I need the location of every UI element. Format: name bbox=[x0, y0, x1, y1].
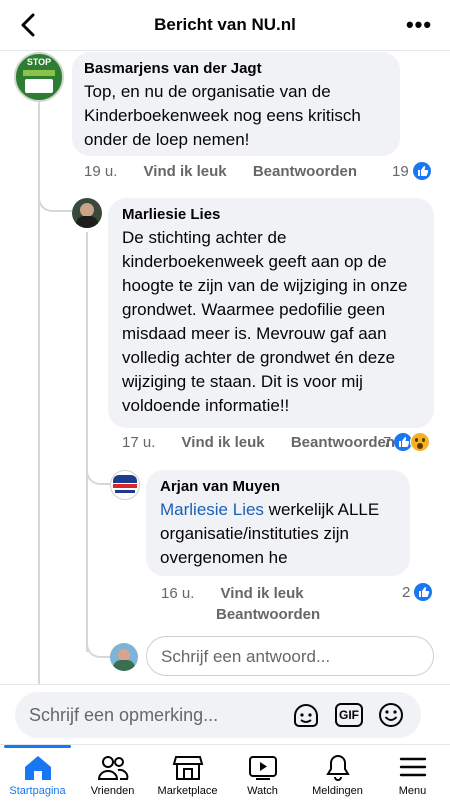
bell-icon bbox=[326, 754, 350, 781]
home-icon bbox=[25, 756, 51, 780]
tab-label: Marketplace bbox=[157, 785, 218, 797]
reply-button[interactable]: Beantwoorden bbox=[216, 606, 320, 623]
wow-reaction-icon bbox=[410, 432, 431, 452]
reaction-count[interactable]: 19 bbox=[392, 162, 431, 180]
thread-connector bbox=[86, 455, 110, 485]
comment-time: 17 u. bbox=[122, 434, 156, 451]
comment-author[interactable]: Arjan van Muyen bbox=[160, 478, 396, 495]
reply-button[interactable]: Beantwoorden bbox=[291, 434, 395, 451]
gif-label: GIF bbox=[339, 708, 359, 722]
comment-time: 16 u. bbox=[161, 585, 195, 602]
reaction-count[interactable]: 7 bbox=[383, 432, 431, 452]
comment-author[interactable]: Basmarjens van der Jagt bbox=[84, 60, 388, 77]
top-bar: Bericht van NU.nl ••• bbox=[0, 0, 450, 51]
watch-icon bbox=[249, 756, 277, 780]
comment-composer: Schrijf een opmerking... GIF bbox=[0, 684, 450, 745]
reply-placeholder: Schrijf een antwoord... bbox=[161, 647, 331, 666]
like-button[interactable]: Vind ik leuk bbox=[182, 434, 265, 451]
tab-label: Menu bbox=[398, 785, 427, 797]
comment-time: 19 u. bbox=[84, 163, 118, 180]
marketplace-icon bbox=[172, 756, 204, 780]
tab-label: Vrienden bbox=[90, 785, 135, 797]
more-options-icon[interactable]: ••• bbox=[404, 12, 434, 38]
comment-placeholder: Schrijf een opmerking... bbox=[29, 705, 219, 725]
thread-connector bbox=[86, 630, 110, 658]
tab-label: Startpagina bbox=[9, 785, 66, 797]
tab-label: Watch bbox=[247, 785, 278, 797]
tab-meldingen[interactable]: Meldingen bbox=[300, 745, 375, 801]
thread-connector bbox=[38, 180, 72, 212]
comment-author[interactable]: Marliesie Lies bbox=[122, 206, 420, 223]
reaction-number: 19 bbox=[392, 162, 409, 180]
comment-meta: 17 u. Vind ik leuk Beantwoorden bbox=[122, 434, 395, 451]
avatar[interactable] bbox=[110, 470, 140, 500]
comment-bubble: Basmarjens van der Jagt Top, en nu de or… bbox=[72, 52, 400, 156]
reaction-count[interactable]: 2 bbox=[402, 583, 433, 601]
like-reaction-icon bbox=[414, 583, 433, 601]
like-reaction-icon bbox=[412, 162, 431, 180]
tab-menu[interactable]: Menu bbox=[375, 745, 450, 801]
emoji-icon[interactable] bbox=[377, 701, 405, 729]
sticker-icon[interactable] bbox=[291, 702, 321, 730]
comment-text: Top, en nu de organisatie van de Kinderb… bbox=[84, 82, 361, 149]
tab-marketplace[interactable]: Marketplace bbox=[150, 745, 225, 801]
tab-watch[interactable]: Watch bbox=[225, 745, 300, 801]
comment-meta: 16 u. Vind ik leuk Beantwoorden bbox=[161, 583, 361, 625]
reply-input[interactable]: Schrijf een antwoord... bbox=[146, 636, 434, 676]
mention-link[interactable]: Marliesie Lies bbox=[160, 500, 264, 519]
avatar[interactable]: STOP bbox=[14, 52, 64, 102]
menu-icon bbox=[399, 757, 427, 777]
tab-startpagina[interactable]: Startpagina bbox=[0, 745, 75, 801]
comment-text: De stichting achter de kinderboekenweek … bbox=[122, 228, 408, 415]
reaction-number: 2 bbox=[402, 583, 411, 601]
like-button[interactable]: Vind ik leuk bbox=[144, 163, 227, 180]
avatar bbox=[110, 643, 138, 671]
bottom-tab-bar: Startpagina Vrienden Marketplace Watch M… bbox=[0, 744, 450, 801]
comment-meta: 19 u. Vind ik leuk Beantwoorden bbox=[84, 163, 357, 180]
avatar[interactable] bbox=[72, 198, 102, 228]
reply-button[interactable]: Beantwoorden bbox=[253, 163, 357, 180]
gif-button[interactable]: GIF bbox=[335, 703, 363, 727]
friends-icon bbox=[97, 756, 129, 780]
reaction-number: 7 bbox=[383, 433, 392, 451]
page-title: Bericht van NU.nl bbox=[154, 15, 296, 34]
like-button[interactable]: Vind ik leuk bbox=[221, 585, 304, 602]
avatar-logo-text: STOP bbox=[26, 57, 52, 67]
comment-bubble: Arjan van Muyen Marliesie Lies werkelijk… bbox=[146, 470, 410, 576]
tab-vrienden[interactable]: Vrienden bbox=[75, 745, 150, 801]
comment-bubble: Marliesie Lies De stichting achter de ki… bbox=[108, 198, 434, 428]
comment-input[interactable]: Schrijf een opmerking... GIF bbox=[15, 692, 421, 738]
comment-text: Marliesie Lies werkelijk ALLE organisati… bbox=[160, 498, 396, 570]
thread-line-reply bbox=[86, 232, 88, 652]
tab-label: Meldingen bbox=[312, 785, 363, 797]
